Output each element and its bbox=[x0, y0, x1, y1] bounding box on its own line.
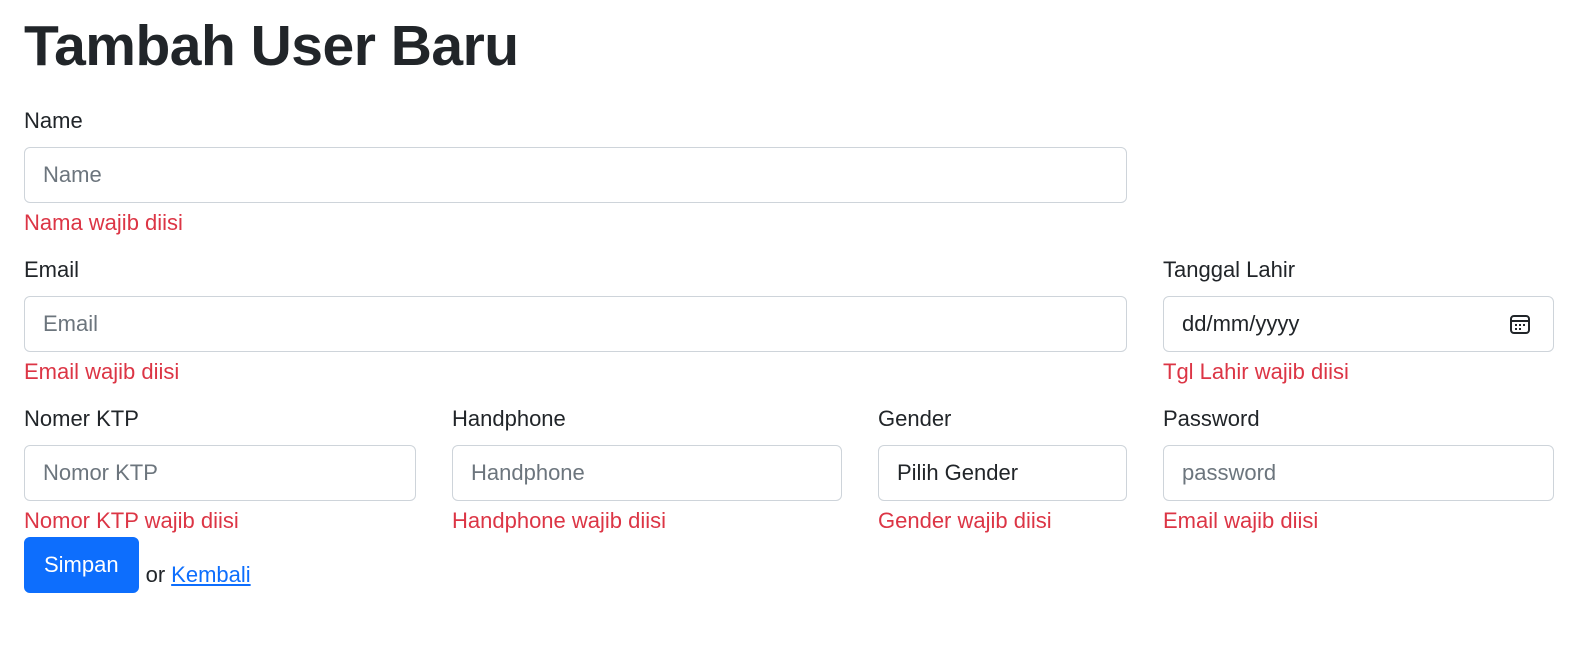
password-input[interactable] bbox=[1163, 445, 1554, 501]
handphone-label: Handphone bbox=[452, 406, 566, 431]
ktp-error: Nomor KTP wajib diisi bbox=[24, 508, 239, 533]
ktp-label: Nomer KTP bbox=[24, 406, 139, 431]
password-field: Password Email wajib diisi bbox=[1163, 405, 1554, 535]
or-text: or bbox=[145, 562, 166, 587]
password-error: Email wajib diisi bbox=[1163, 508, 1319, 533]
ktp-input[interactable] bbox=[24, 445, 416, 501]
name-input[interactable] bbox=[24, 147, 1127, 203]
page-title: Tambah User Baru bbox=[24, 14, 519, 78]
handphone-input[interactable] bbox=[452, 445, 842, 501]
password-label: Password bbox=[1163, 406, 1260, 431]
email-label: Email bbox=[24, 257, 80, 282]
gender-error: Gender wajib diisi bbox=[878, 508, 1052, 533]
birth-date-label: Tanggal Lahir bbox=[1163, 257, 1296, 282]
calendar-icon[interactable] bbox=[1508, 312, 1532, 336]
email-field: Email Email wajib diisi bbox=[24, 256, 1127, 386]
handphone-error: Handphone wajib diisi bbox=[452, 508, 667, 533]
form-actions: Simpan or Kembali bbox=[24, 537, 251, 593]
gender-label: Gender bbox=[878, 406, 952, 431]
handphone-field: Handphone Handphone wajib diisi bbox=[452, 405, 842, 535]
name-label: Name bbox=[24, 108, 83, 133]
save-button[interactable]: Simpan bbox=[24, 537, 139, 593]
birth-date-field: Tanggal Lahir dd/mm/yyyy Tgl Lahir wajib… bbox=[1163, 256, 1554, 386]
back-link[interactable]: Kembali bbox=[171, 561, 250, 593]
name-field: Name Nama wajib diisi bbox=[24, 107, 1127, 237]
ktp-field: Nomer KTP Nomor KTP wajib diisi bbox=[24, 405, 416, 535]
email-input[interactable] bbox=[24, 296, 1127, 352]
birth-date-input[interactable] bbox=[1163, 296, 1554, 352]
email-error: Email wajib diisi bbox=[24, 359, 180, 384]
name-error: Nama wajib diisi bbox=[24, 210, 183, 235]
birth-date-error: Tgl Lahir wajib diisi bbox=[1163, 359, 1349, 384]
gender-select[interactable] bbox=[878, 445, 1127, 501]
gender-field: Gender Pilih Gender Gender wajib diisi bbox=[878, 405, 1127, 535]
